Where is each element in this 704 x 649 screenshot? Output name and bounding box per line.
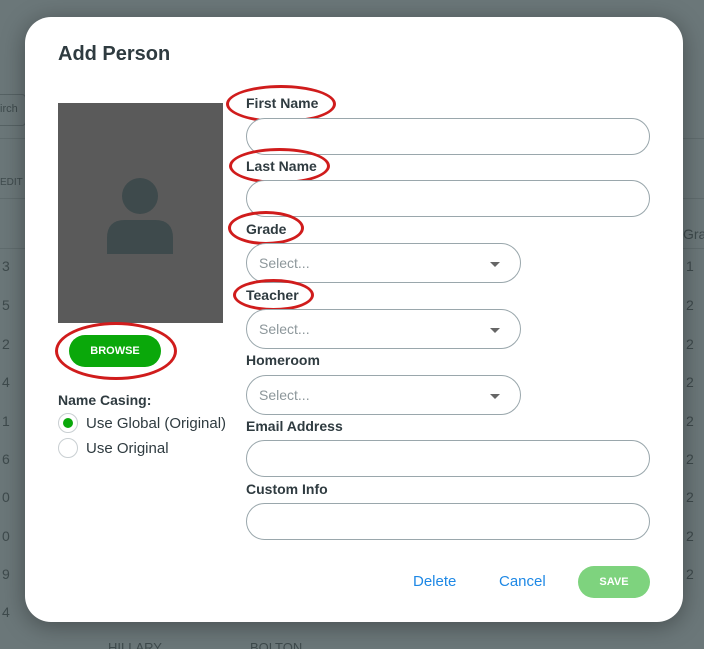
last-name-label: Last Name bbox=[246, 158, 317, 174]
background-cell: 0 bbox=[2, 528, 10, 544]
radio-use-global[interactable]: Use Global (Original) bbox=[58, 412, 226, 434]
background-cell: 2 bbox=[2, 336, 10, 352]
email-input[interactable] bbox=[246, 440, 650, 477]
teacher-select[interactable]: Select... bbox=[246, 309, 521, 349]
chevron-down-icon bbox=[490, 262, 500, 267]
background-fragment: irch bbox=[0, 103, 18, 115]
background-cell: 3 bbox=[2, 258, 10, 274]
custom-info-input[interactable] bbox=[246, 503, 650, 540]
first-name-input[interactable] bbox=[246, 118, 650, 155]
person-avatar-icon bbox=[107, 178, 173, 254]
background-cell: 5 bbox=[2, 297, 10, 313]
radio-button[interactable] bbox=[58, 438, 78, 458]
background-cell: 4 bbox=[2, 374, 10, 390]
grade-label: Grade bbox=[246, 221, 287, 237]
chevron-down-icon bbox=[490, 328, 500, 333]
first-name-label: First Name bbox=[246, 95, 319, 111]
homeroom-select-value: Select... bbox=[259, 387, 310, 403]
email-label: Email Address bbox=[246, 418, 343, 434]
radio-use-original[interactable]: Use Original bbox=[58, 437, 169, 459]
background-cell: 2 bbox=[686, 374, 694, 390]
radio-label: Use Original bbox=[86, 439, 169, 457]
background-cell: 2 bbox=[686, 413, 694, 429]
teacher-label: Teacher bbox=[246, 287, 299, 303]
background-cell: BOLTON bbox=[250, 640, 303, 649]
add-person-dialog: Add Person BROWSE Name Casing: Use Globa… bbox=[25, 17, 683, 622]
cancel-button[interactable]: Cancel bbox=[499, 573, 546, 590]
background-cell: 1 bbox=[2, 413, 10, 429]
grade-select[interactable]: Select... bbox=[246, 243, 521, 283]
background-cell: 1 bbox=[686, 258, 694, 274]
radio-label: Use Global (Original) bbox=[86, 414, 227, 432]
name-casing-label: Name Casing: bbox=[58, 392, 152, 408]
homeroom-label: Homeroom bbox=[246, 352, 320, 368]
save-button[interactable]: SAVE bbox=[578, 566, 650, 598]
background-cell: 0 bbox=[2, 489, 10, 505]
delete-button[interactable]: Delete bbox=[413, 573, 456, 590]
chevron-down-icon bbox=[490, 394, 500, 399]
custom-info-label: Custom Info bbox=[246, 481, 328, 497]
grade-select-value: Select... bbox=[259, 255, 310, 271]
background-column-header: Gra bbox=[683, 226, 704, 242]
teacher-select-value: Select... bbox=[259, 321, 310, 337]
last-name-input[interactable] bbox=[246, 180, 650, 217]
background-cell: 2 bbox=[686, 451, 694, 467]
radio-button-checked[interactable] bbox=[58, 413, 78, 433]
dialog-title: Add Person bbox=[58, 43, 171, 65]
background-cell: 4 bbox=[2, 604, 10, 620]
background-cell: HILLARY bbox=[108, 640, 162, 649]
background-cell: 6 bbox=[2, 451, 10, 467]
background-cell: 2 bbox=[686, 566, 694, 582]
background-fragment: EDIT bbox=[0, 177, 23, 188]
photo-placeholder bbox=[58, 103, 223, 323]
homeroom-select[interactable]: Select... bbox=[246, 375, 521, 415]
browse-button[interactable]: BROWSE bbox=[69, 335, 161, 367]
background-cell: 2 bbox=[686, 297, 694, 313]
background-cell: 2 bbox=[686, 336, 694, 352]
background-cell: 2 bbox=[686, 489, 694, 505]
background-cell: 2 bbox=[686, 528, 694, 544]
background-cell: 9 bbox=[2, 566, 10, 582]
